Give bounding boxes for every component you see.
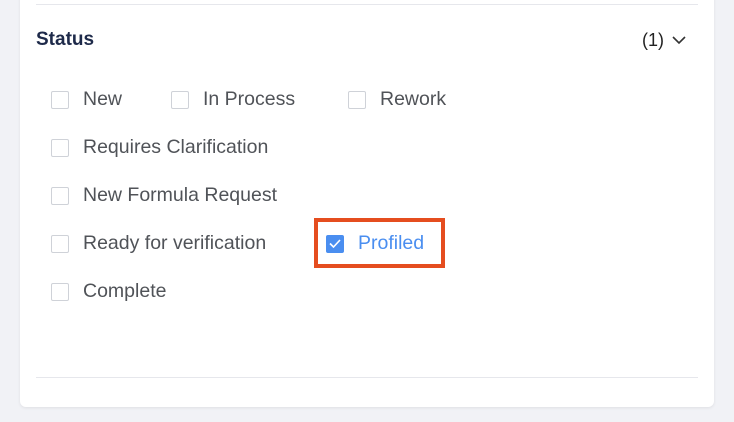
checkbox[interactable] [348, 90, 366, 109]
option-label: In Process [203, 88, 296, 110]
filter-collapse-toggle[interactable]: (1) [642, 30, 686, 51]
chevron-down-icon [672, 35, 686, 45]
option-label: New Formula Request [83, 184, 277, 206]
status-filter-panel: Status (1) New In Process Rework Require… [20, 0, 714, 407]
status-filter-header: Status (1) [36, 26, 686, 54]
checkbox[interactable] [51, 90, 69, 109]
status-option-requires-clarification[interactable]: Requires Clarification [51, 136, 268, 159]
checkbox[interactable] [51, 138, 69, 157]
option-label: Rework [380, 88, 447, 110]
divider-top [36, 4, 698, 5]
option-label: Ready for verification [83, 232, 267, 254]
option-label: Requires Clarification [83, 136, 269, 158]
option-label: Complete [83, 280, 167, 302]
status-option-in-process[interactable]: In Process [171, 88, 295, 111]
divider-bottom [36, 377, 698, 378]
status-option-new-formula-request[interactable]: New Formula Request [51, 184, 277, 207]
status-option-profiled[interactable]: Profiled [326, 232, 424, 255]
filter-title: Status [36, 29, 95, 50]
checkbox[interactable] [51, 282, 69, 301]
checkbox[interactable] [51, 186, 69, 205]
checkmark-icon [329, 239, 341, 248]
status-option-ready-for-verification[interactable]: Ready for verification [51, 232, 266, 255]
status-option-complete[interactable]: Complete [51, 280, 166, 303]
option-label: New [83, 88, 123, 110]
selected-count: (1) [642, 29, 664, 50]
status-option-rework[interactable]: Rework [348, 88, 446, 111]
checkbox-checked[interactable] [326, 234, 344, 253]
checkbox[interactable] [51, 234, 69, 253]
status-option-new[interactable]: New [51, 88, 122, 111]
option-label: Profiled [358, 232, 425, 254]
checkbox[interactable] [171, 90, 189, 109]
